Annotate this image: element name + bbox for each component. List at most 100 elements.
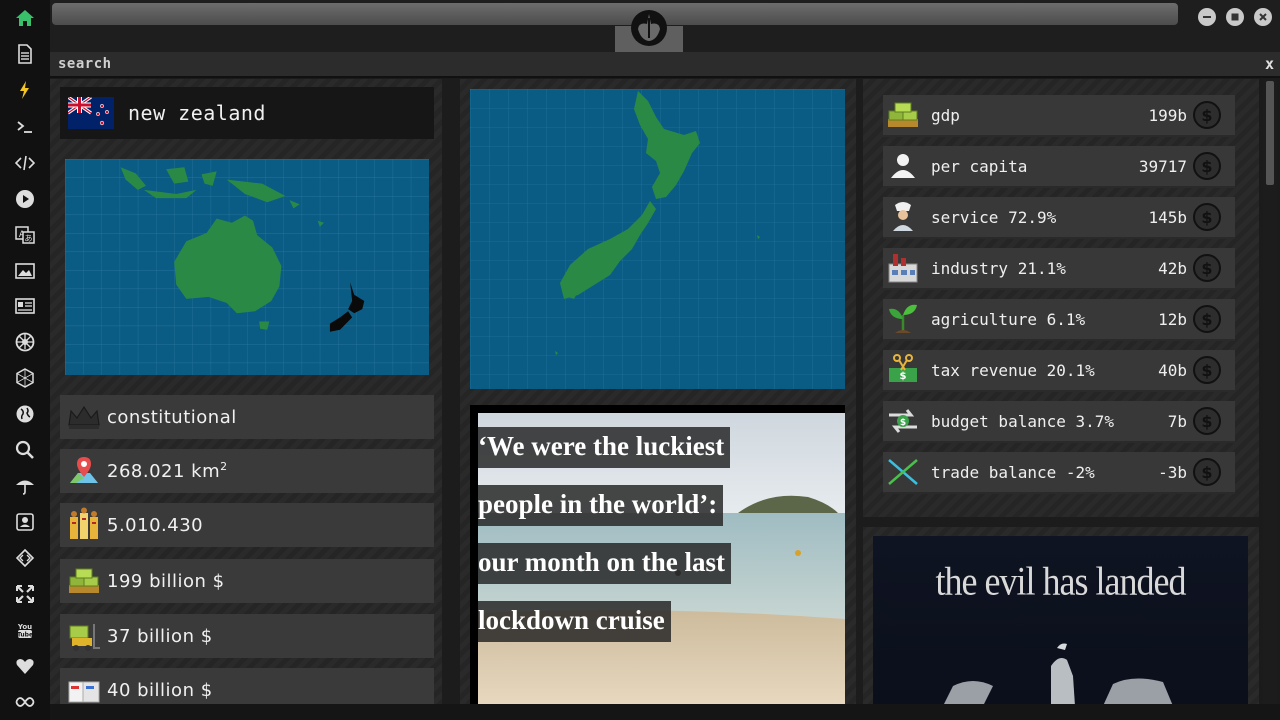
factory-icon [883, 248, 923, 288]
lightning-icon[interactable] [14, 79, 36, 101]
dollar-icon[interactable]: $ [1193, 458, 1221, 486]
document-icon[interactable] [14, 43, 36, 65]
diamond-code-icon[interactable] [14, 547, 36, 569]
dollar-icon[interactable]: $ [1193, 254, 1221, 282]
economy-row-budget-balance[interactable]: $ budget balance 3.7% 7b $ [883, 401, 1235, 443]
economy-value: 39717 [1138, 156, 1187, 176]
region-map[interactable] [65, 159, 429, 375]
boxes-icon [64, 670, 104, 704]
poster-sculpture [944, 643, 1173, 704]
cash-stack-icon [64, 561, 104, 601]
contact-icon[interactable] [14, 511, 36, 533]
economy-row-tax-revenue[interactable]: $ tax revenue 20.1% 40b $ [883, 350, 1235, 392]
expand-icon[interactable] [14, 583, 36, 605]
title-bar [50, 0, 1280, 52]
heart-icon[interactable] [14, 655, 36, 677]
economy-label: gdp [931, 105, 960, 125]
search-label: search [58, 56, 112, 72]
youtube-icon[interactable]: You Tube [14, 619, 36, 641]
dollar-icon[interactable]: $ [1193, 152, 1221, 180]
minimize-button[interactable] [1198, 8, 1216, 26]
economy-row-trade-balance[interactable]: trade balance -2% -3b $ [883, 452, 1235, 494]
close-window-button[interactable] [1254, 8, 1272, 26]
search-bar[interactable]: search x [50, 52, 1280, 78]
play-icon[interactable] [14, 188, 36, 210]
main-content: new zealand constitutional 268.021 km2 5… [50, 79, 1280, 704]
population-row: 5.010.430 [60, 503, 434, 547]
gdp-text: 199 billion $ [107, 570, 225, 592]
economy-value: 42b [1158, 258, 1187, 278]
economy-label: per capita [931, 156, 1028, 176]
terminal-icon[interactable] [14, 116, 36, 138]
trade-cross-icon [883, 452, 923, 492]
economy-label: agriculture 6.1% [931, 309, 1086, 329]
economy-label: trade balance -2% [931, 462, 1095, 482]
media-panel: ‘We were the luckiest people in the worl… [460, 79, 856, 704]
svg-text:$: $ [900, 371, 907, 382]
headline-line-3: our month on the last [478, 543, 732, 584]
economy-value: -3b [1158, 462, 1187, 482]
hexagon-icon[interactable] [14, 367, 36, 389]
economy-row-gdp[interactable]: gdp 199b $ [883, 95, 1235, 137]
url-field[interactable] [52, 3, 1178, 25]
economy-value: 40b [1158, 360, 1187, 380]
person-icon [883, 146, 923, 186]
gutter-1 [442, 79, 460, 704]
economy-label: service 72.9% [931, 207, 1057, 227]
news-card[interactable]: ‘We were the luckiest people in the worl… [470, 405, 845, 704]
country-map[interactable] [470, 89, 845, 389]
country-header: new zealand [60, 87, 434, 139]
svg-text:You: You [17, 623, 32, 631]
home-icon[interactable] [14, 7, 36, 29]
translate-icon[interactable]: Aあ [14, 224, 36, 246]
image-icon[interactable] [14, 260, 36, 282]
poster-title: the evil has landed [935, 558, 1187, 604]
population-icon [64, 505, 104, 545]
movie-poster[interactable]: the evil has landed [873, 536, 1248, 704]
dollar-icon[interactable]: $ [1193, 356, 1221, 384]
dollar-icon[interactable]: $ [1193, 407, 1221, 435]
globe-icon[interactable] [14, 403, 36, 425]
headline-line-4: lockdown cruise [478, 601, 671, 642]
infinity-icon[interactable] [14, 691, 36, 713]
crown-icon [64, 397, 104, 437]
economy-row-industry[interactable]: industry 21.1% 42b $ [883, 248, 1235, 290]
area-row: 268.021 km2 [60, 449, 434, 493]
economy-row-service[interactable]: service 72.9% 145b $ [883, 197, 1235, 239]
population-text: 5.010.430 [107, 514, 204, 536]
panel-divider [863, 517, 1259, 527]
area-text: 268.021 km2 [107, 460, 228, 482]
empire-icon[interactable] [14, 331, 36, 353]
dollar-icon[interactable]: $ [1193, 203, 1221, 231]
maximize-button[interactable] [1226, 8, 1244, 26]
government-row: constitutional [60, 395, 434, 439]
dollar-icon[interactable]: $ [1193, 305, 1221, 333]
map-pin-icon [64, 451, 104, 491]
svg-text:$: $ [900, 418, 906, 428]
government-text: constitutional [107, 406, 237, 428]
industry-value-row: 37 billion $ [60, 614, 434, 658]
economy-value: 12b [1158, 309, 1187, 329]
search-icon[interactable] [14, 439, 36, 461]
app-window: Aあ You Tube search x new zealand constit… [0, 0, 1280, 720]
economy-row-per-capita[interactable]: per capita 39717 $ [883, 146, 1235, 188]
exchange-icon: $ [883, 401, 923, 441]
economy-value: 7b [1167, 411, 1187, 431]
scrollbar-thumb[interactable] [1266, 81, 1274, 185]
economy-label: budget balance 3.7% [931, 411, 1115, 431]
item5-text: 37 billion $ [107, 625, 213, 647]
search-close-button[interactable]: x [1265, 55, 1274, 73]
svg-text:Tube: Tube [17, 632, 33, 639]
economy-row-agriculture[interactable]: agriculture 6.1% 12b $ [883, 299, 1235, 341]
economy-value: 199b [1148, 105, 1187, 125]
umbrella-icon[interactable] [14, 475, 36, 497]
code-icon[interactable] [14, 152, 36, 174]
status-bar [50, 704, 1280, 720]
nz-flag-icon [68, 97, 114, 129]
dollar-icon[interactable]: $ [1193, 101, 1221, 129]
economy-label: industry 21.1% [931, 258, 1066, 278]
newspaper-icon[interactable] [14, 295, 36, 317]
scrollbar[interactable] [1263, 79, 1277, 704]
tax-scissors-icon: $ [883, 350, 923, 390]
sidebar: Aあ You Tube [0, 0, 50, 720]
